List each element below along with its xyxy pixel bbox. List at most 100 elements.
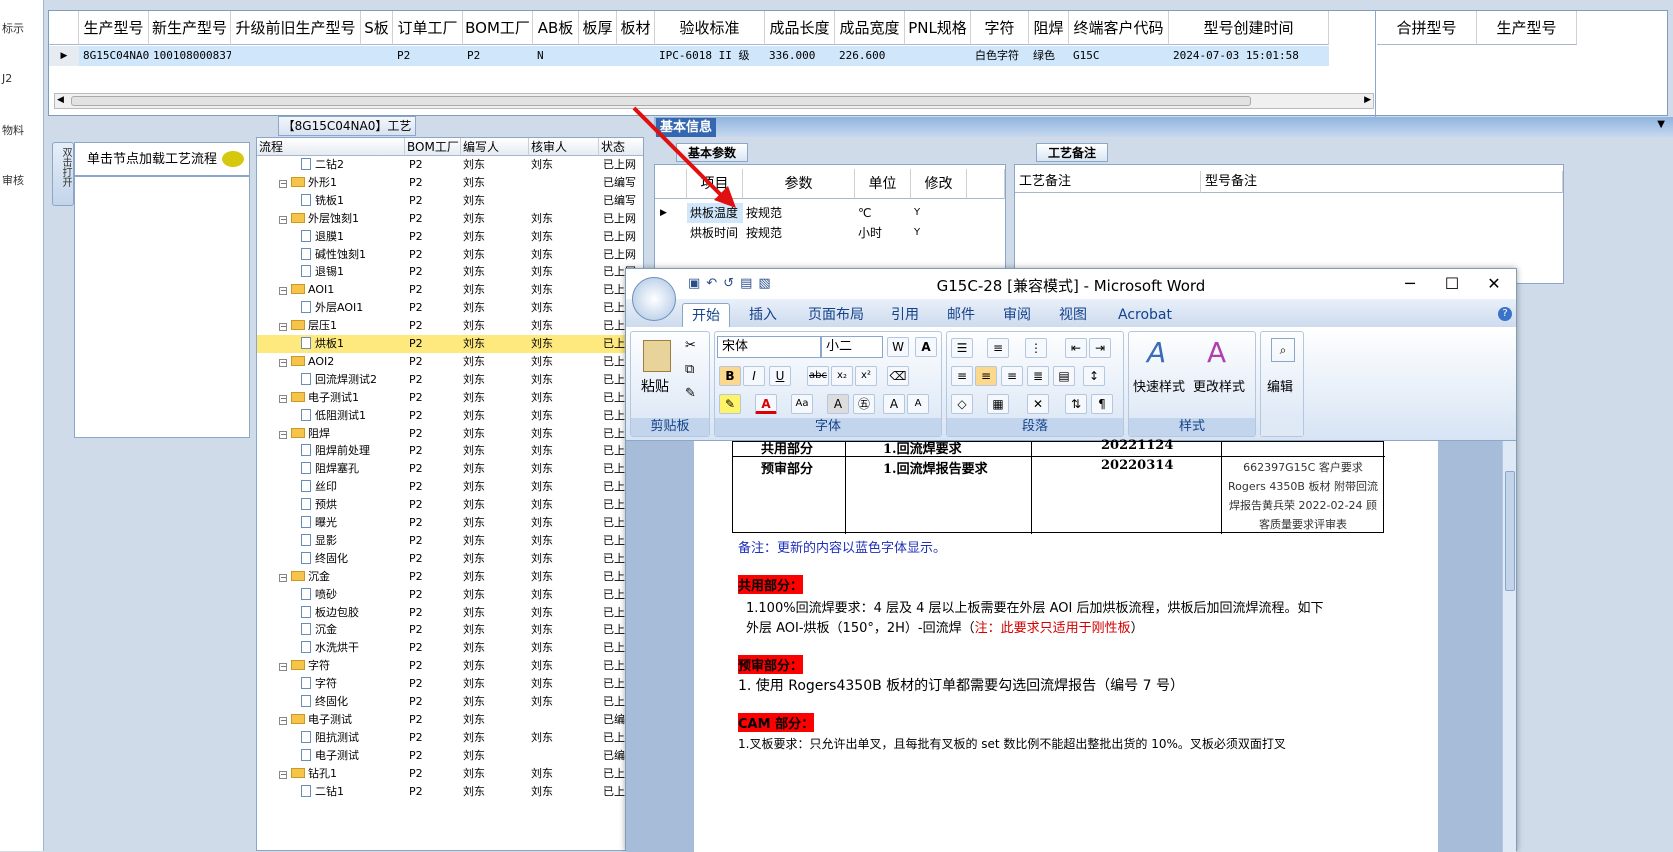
grid-col-header[interactable]: 终端客户代码 bbox=[1069, 11, 1169, 45]
grid-col-header[interactable]: BOM工厂 bbox=[463, 11, 533, 45]
tree-row[interactable]: 阻抗测试 P2 刘东 刘东 已上网 bbox=[257, 729, 643, 747]
sort-icon[interactable]: ⇅ bbox=[1065, 394, 1087, 414]
clear-format-icon[interactable]: ⌫ bbox=[887, 366, 909, 386]
tree-col-writer[interactable]: 编写人 bbox=[461, 138, 529, 156]
line-spacing-icon[interactable]: ↕ bbox=[1083, 366, 1105, 386]
params-col-unit[interactable]: 单位 bbox=[855, 169, 911, 199]
increase-indent-icon[interactable]: ⇥ bbox=[1089, 338, 1111, 358]
borders-icon[interactable]: ▦ bbox=[987, 394, 1009, 414]
param-cell[interactable]: 烘板时间 bbox=[687, 223, 738, 243]
left-nav-item[interactable]: 物料 bbox=[2, 122, 24, 138]
grid-cell[interactable] bbox=[617, 46, 655, 66]
tab-insert[interactable]: 插入 bbox=[738, 303, 788, 327]
change-style-button[interactable]: 更改样式 bbox=[1193, 376, 1245, 395]
grid-col-header[interactable]: 生产型号 bbox=[79, 11, 149, 45]
tree-row[interactable]: 阻焊前处理 P2 刘东 刘东 已上网 bbox=[257, 442, 643, 460]
param-cell[interactable]: 小时 bbox=[855, 223, 882, 243]
help-icon[interactable]: ? bbox=[1498, 307, 1512, 321]
grid-cell[interactable]: G15C bbox=[1069, 46, 1169, 66]
collapse-icon[interactable]: − bbox=[279, 716, 287, 725]
collapse-icon[interactable]: − bbox=[279, 394, 287, 403]
params-col-param[interactable]: 参数 bbox=[743, 169, 855, 199]
shading-icon[interactable]: ◇ bbox=[951, 394, 973, 414]
format-painter-icon[interactable]: ✎ bbox=[685, 386, 696, 401]
tab-acrobat[interactable]: Acrobat bbox=[1110, 303, 1180, 327]
tree-row[interactable]: 显影 P2 刘东 刘东 已上网 bbox=[257, 532, 643, 550]
char-border-icon[interactable]: A bbox=[915, 337, 937, 357]
superscript-icon[interactable]: x² bbox=[855, 366, 877, 386]
bold-icon[interactable]: B bbox=[719, 366, 741, 386]
quick-style-icon[interactable]: A bbox=[1147, 336, 1166, 369]
grid-col-header[interactable]: 验收标准 bbox=[655, 11, 765, 45]
align-right-icon[interactable]: ≡ bbox=[1001, 366, 1023, 386]
cut-icon[interactable]: ✂ bbox=[685, 338, 696, 353]
scroll-left-icon[interactable]: ◀ bbox=[57, 95, 64, 105]
collapse-icon[interactable]: − bbox=[279, 573, 287, 582]
grid-col-header[interactable]: 订单工厂 bbox=[393, 11, 463, 45]
office-button-icon[interactable] bbox=[632, 277, 676, 321]
tree-row[interactable]: 碱性蚀刻1 P2 刘东 刘东 已上网 bbox=[257, 246, 643, 264]
grid-col-header[interactable]: 阻焊 bbox=[1029, 11, 1069, 45]
char-shading-icon[interactable]: A bbox=[827, 394, 849, 414]
grid-col-header[interactable]: 板厚 bbox=[579, 11, 617, 45]
tree-row[interactable]: 板边包胶 P2 刘东 刘东 已上网 bbox=[257, 604, 643, 622]
tree-row[interactable]: − 阻焊 P2 刘东 刘东 已上网 bbox=[257, 425, 643, 443]
tree-row[interactable]: 烘板1 P2 刘东 刘东 已上网 bbox=[257, 335, 643, 353]
tree-col-status[interactable]: 状态 bbox=[599, 138, 643, 156]
param-cell[interactable]: 按规范 bbox=[743, 223, 782, 243]
tree-row[interactable]: 终固化 P2 刘东 刘东 已上网 bbox=[257, 693, 643, 711]
quick-style-button[interactable]: 快速样式 bbox=[1133, 376, 1185, 395]
params-col-modify[interactable]: 修改 bbox=[911, 169, 967, 199]
align-center-icon[interactable]: ≡ bbox=[975, 366, 997, 386]
tree-row[interactable]: 二钻1 P2 刘东 刘东 已上网 bbox=[257, 783, 643, 801]
param-cell[interactable]: Y bbox=[911, 223, 920, 243]
subscript-icon[interactable]: x₂ bbox=[831, 366, 853, 386]
horizontal-scrollbar[interactable]: ◀ ▶ bbox=[54, 93, 1374, 109]
tree-col-process[interactable]: 流程 bbox=[257, 138, 405, 156]
tree-row[interactable]: 退膜1 P2 刘东 刘东 已上网 bbox=[257, 228, 643, 246]
grid-col-header[interactable]: 板材 bbox=[617, 11, 655, 45]
tab-mailings[interactable]: 邮件 bbox=[938, 303, 984, 327]
phonetic-icon[interactable]: W bbox=[887, 337, 909, 357]
tree-row[interactable]: 水洗烘干 P2 刘东 刘东 已上网 bbox=[257, 639, 643, 657]
edit-button[interactable]: 编辑 bbox=[1267, 376, 1293, 395]
notes-col-process[interactable]: 工艺备注 bbox=[1015, 171, 1201, 193]
tree-row[interactable]: − 电子测试 P2 刘东 已编写 bbox=[257, 711, 643, 729]
shrink-font-icon[interactable]: A bbox=[907, 394, 929, 414]
copy-icon[interactable]: ⧉ bbox=[685, 362, 694, 377]
grow-font-icon[interactable]: A bbox=[883, 394, 905, 414]
distributed-icon[interactable]: ▤ bbox=[1053, 366, 1075, 386]
tree-row[interactable]: − 电子测试1 P2 刘东 刘东 已上网 bbox=[257, 389, 643, 407]
grid-col-header[interactable]: AB板 bbox=[533, 11, 579, 45]
collapse-icon[interactable]: − bbox=[279, 770, 287, 779]
font-size-select[interactable]: 小二 bbox=[821, 336, 883, 358]
grid-col-header[interactable]: 成品长度 bbox=[765, 11, 835, 45]
italic-icon[interactable]: I bbox=[743, 366, 765, 386]
grid-cell[interactable] bbox=[579, 46, 617, 66]
grid-col-header[interactable]: 新生产型号 bbox=[149, 11, 231, 45]
grid-col-header[interactable]: S板 bbox=[361, 11, 393, 45]
scroll-thumb[interactable] bbox=[71, 96, 1251, 106]
quick-access-icons[interactable]: ▣↶↺▤▧ bbox=[688, 276, 777, 291]
collapse-icon[interactable]: − bbox=[279, 663, 287, 672]
params-col-item[interactable]: 项目 bbox=[687, 169, 743, 199]
tree-col-reviewer[interactable]: 核审人 bbox=[529, 138, 599, 156]
tree-row[interactable]: − 沉金 P2 刘东 刘东 已上网 bbox=[257, 568, 643, 586]
tab-basic-params[interactable]: 基本参数 bbox=[676, 143, 748, 162]
change-style-icon[interactable]: A bbox=[1207, 336, 1226, 369]
scroll-right-icon[interactable]: ▶ bbox=[1364, 95, 1371, 105]
grid-cell[interactable]: 226.600 bbox=[835, 46, 905, 66]
tree-row[interactable]: 预烘 P2 刘东 刘东 已上网 bbox=[257, 496, 643, 514]
grid-cell[interactable]: 白色字符 bbox=[971, 46, 1029, 66]
tree-row[interactable]: 字符 P2 刘东 刘东 已上网 bbox=[257, 675, 643, 693]
tab-review[interactable]: 审阅 bbox=[994, 303, 1040, 327]
tab-references[interactable]: 引用 bbox=[882, 303, 928, 327]
tree-row[interactable]: 曝光 P2 刘东 刘东 已上网 bbox=[257, 514, 643, 532]
tab-page-layout[interactable]: 页面布局 bbox=[796, 303, 876, 327]
tree-col-bom[interactable]: BOM工厂 bbox=[405, 138, 461, 156]
tab-process-notes[interactable]: 工艺备注 bbox=[1036, 143, 1108, 162]
tree-row[interactable]: 终固化 P2 刘东 刘东 已上网 bbox=[257, 550, 643, 568]
left-nav-item[interactable]: 审核 bbox=[2, 172, 24, 188]
notes-col-model[interactable]: 型号备注 bbox=[1201, 171, 1563, 193]
tree-row[interactable]: 沉金 P2 刘东 刘东 已上网 bbox=[257, 621, 643, 639]
